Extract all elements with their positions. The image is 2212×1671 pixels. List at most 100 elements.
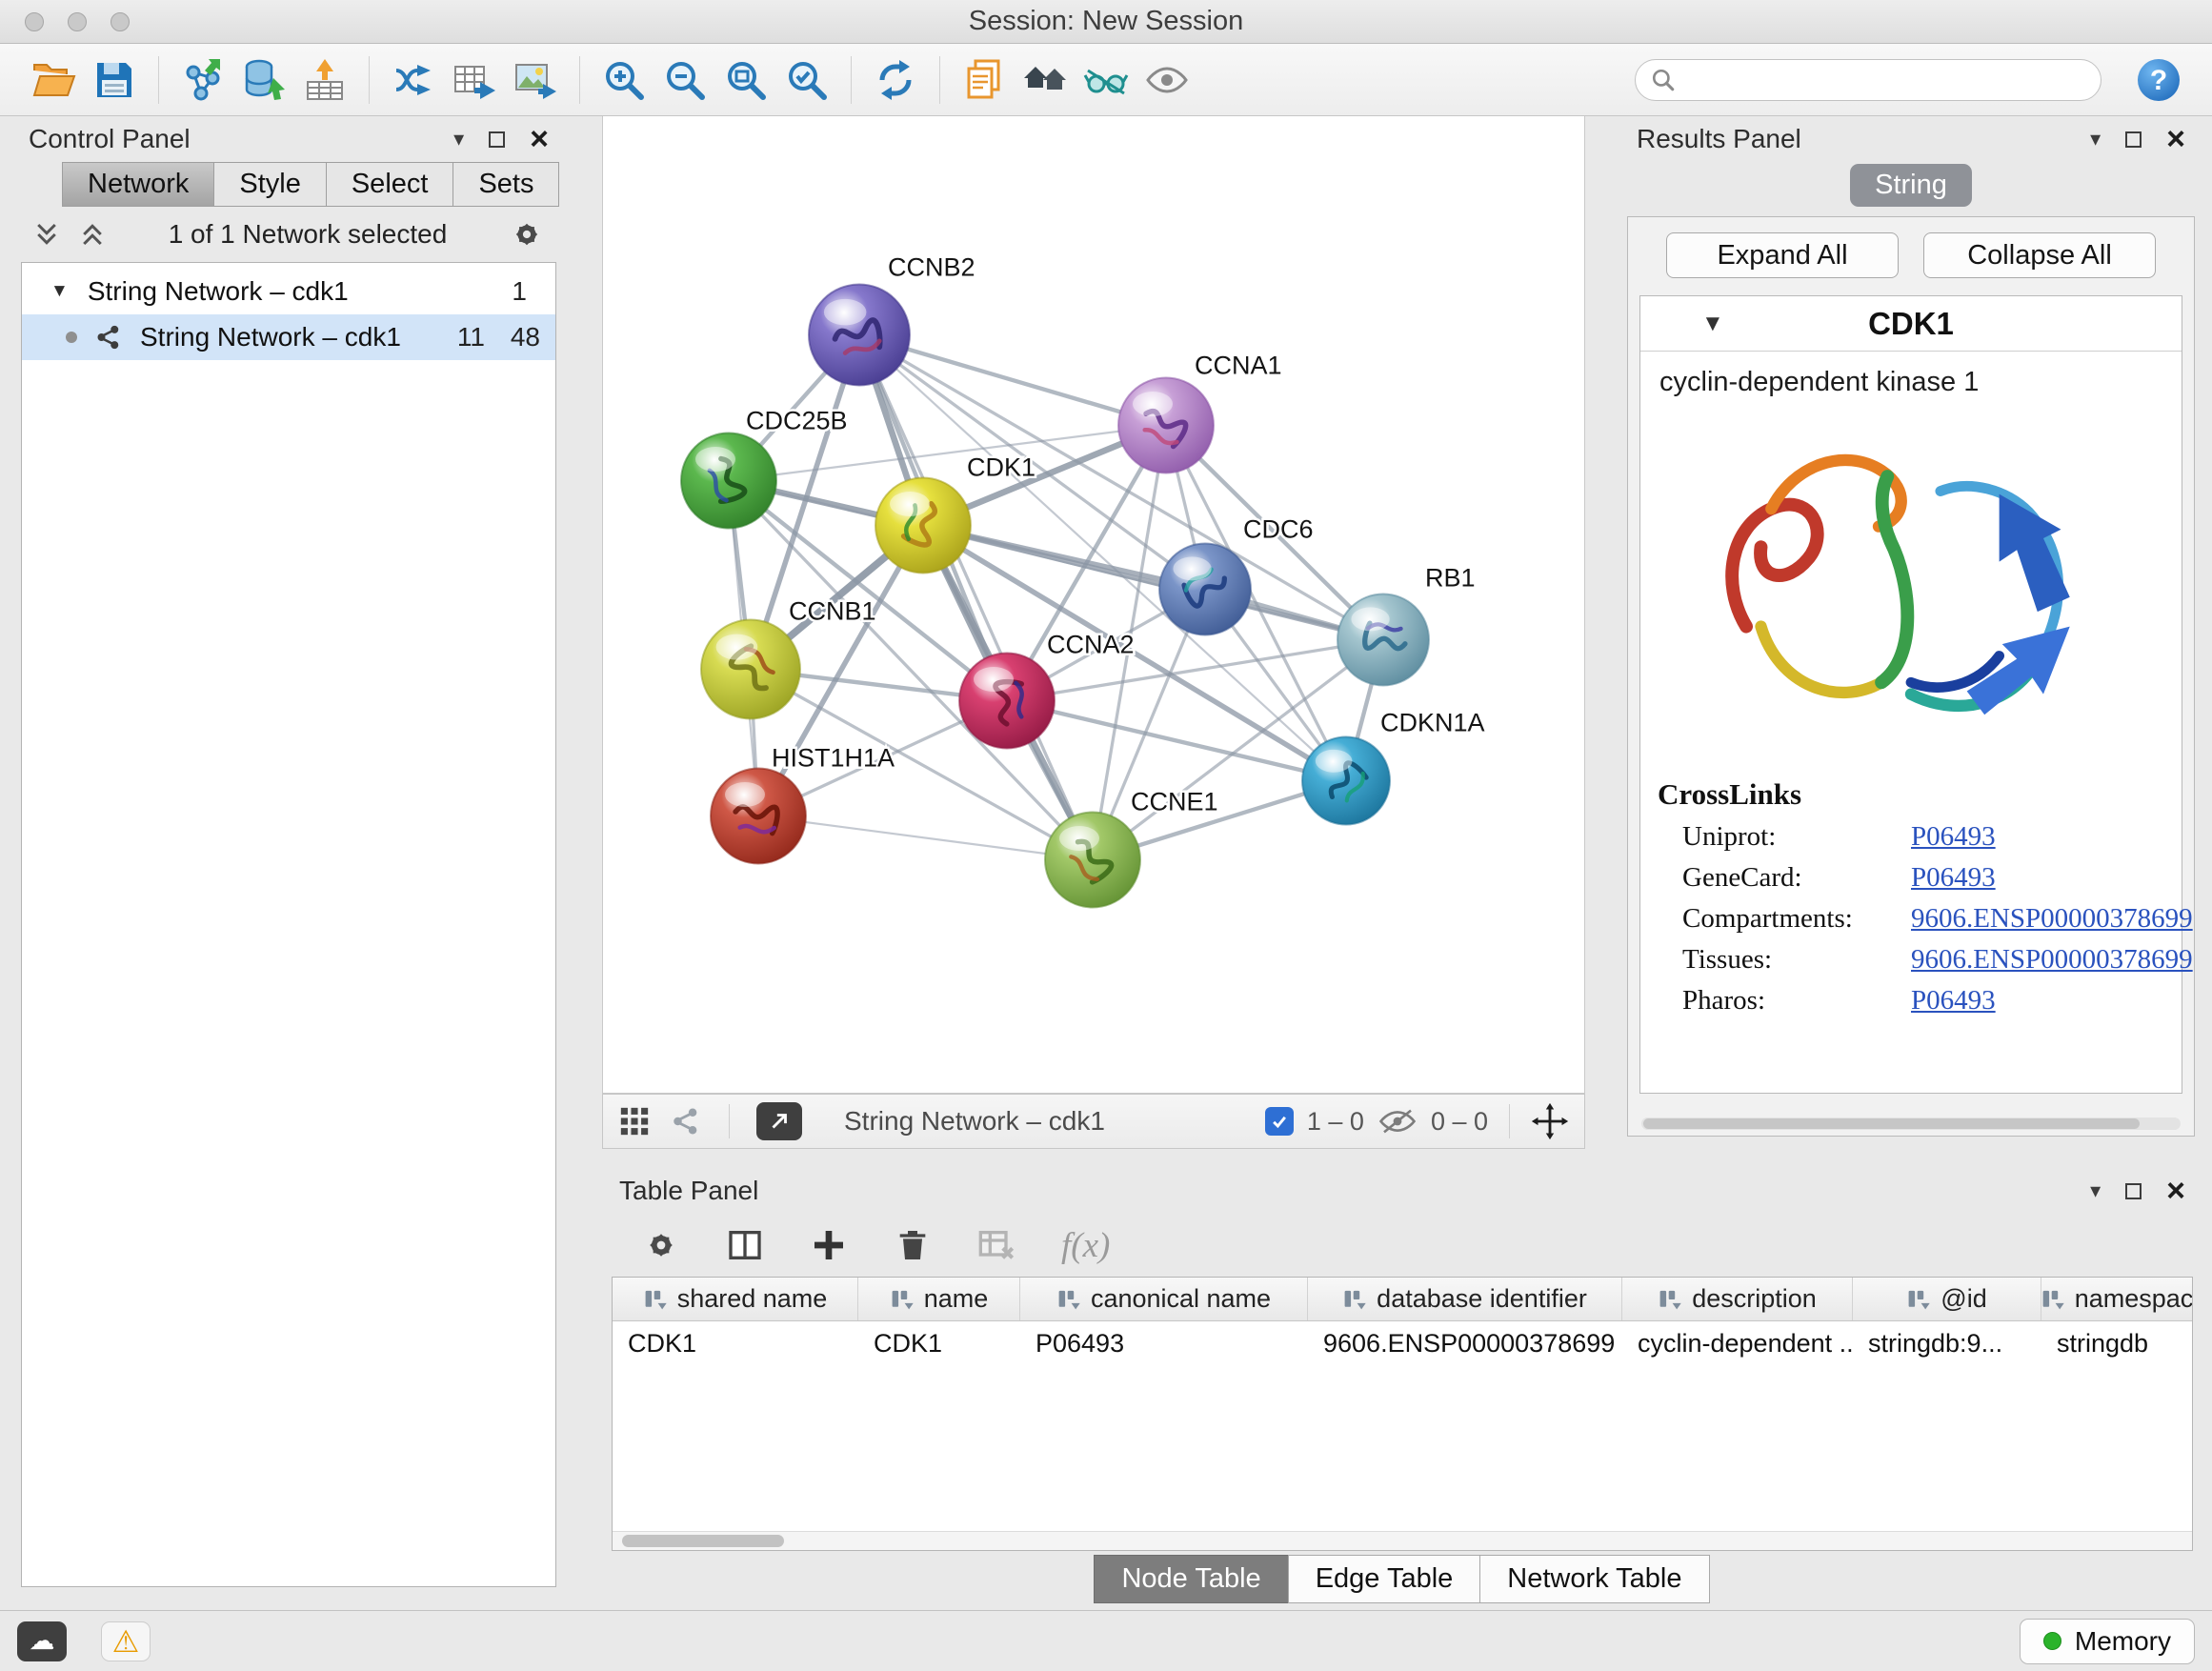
network-view-canvas[interactable]: CCNB2CCNA1CDC25BCDK1CDC6RB1CCNB1CCNA2CDK… bbox=[602, 116, 1585, 1094]
table-cell[interactable]: P06493 bbox=[1020, 1321, 1308, 1365]
column-header[interactable]: namespac bbox=[2041, 1278, 2192, 1320]
home-button[interactable] bbox=[1015, 50, 1076, 111]
network-node-RB1[interactable]: RB1 bbox=[1337, 564, 1476, 686]
zoom-fit-button[interactable] bbox=[715, 50, 776, 111]
memory-button[interactable]: Memory bbox=[2020, 1619, 2195, 1664]
table-cell[interactable]: cyclin-dependent ... bbox=[1622, 1321, 1853, 1365]
cloud-status-icon[interactable]: ☁ bbox=[17, 1621, 67, 1661]
panel-menu-icon[interactable]: ▾ bbox=[453, 129, 464, 150]
column-header[interactable]: canonical name bbox=[1020, 1278, 1308, 1320]
table-horizontal-scrollbar[interactable] bbox=[613, 1531, 2192, 1550]
import-network-database-button[interactable] bbox=[233, 50, 294, 111]
protein-card-header[interactable]: ▼ CDK1 bbox=[1640, 296, 2182, 352]
network-node-CDKN1A[interactable]: CDKN1A bbox=[1302, 709, 1485, 825]
save-session-button[interactable] bbox=[84, 50, 145, 111]
minimize-window-button[interactable] bbox=[68, 12, 87, 31]
network-node-CCNB2[interactable]: CCNB2 bbox=[809, 253, 975, 386]
network-node-CDK1[interactable]: CDK1 bbox=[875, 453, 1036, 574]
hide-graphics-details-button[interactable] bbox=[1136, 50, 1197, 111]
network-node-CCNA1[interactable]: CCNA1 bbox=[1118, 352, 1282, 473]
tab-string[interactable]: String bbox=[1850, 164, 1972, 207]
network-edge[interactable] bbox=[758, 816, 1093, 860]
search-input[interactable] bbox=[1685, 65, 2085, 94]
crosslink-link[interactable]: P06493 bbox=[1911, 821, 1996, 853]
expand-all-icon[interactable] bbox=[32, 220, 61, 249]
panel-menu-icon[interactable]: ▾ bbox=[2090, 1180, 2101, 1201]
collapse-caret-icon[interactable]: ▼ bbox=[1701, 311, 1724, 337]
help-button[interactable]: ? bbox=[2128, 50, 2189, 111]
tab-network[interactable]: Network bbox=[62, 162, 214, 207]
search-box[interactable] bbox=[1635, 59, 2101, 101]
panel-close-icon[interactable]: × bbox=[2166, 123, 2185, 155]
show-graphics-details-button[interactable] bbox=[1076, 50, 1136, 111]
close-window-button[interactable] bbox=[25, 12, 44, 31]
grid-view-icon[interactable] bbox=[618, 1105, 651, 1137]
copy-network-button[interactable] bbox=[383, 50, 444, 111]
tab-node-table[interactable]: Node Table bbox=[1094, 1555, 1288, 1603]
results-horizontal-scrollbar[interactable] bbox=[1641, 1117, 2181, 1130]
table-cell[interactable]: stringdb:9... bbox=[1853, 1321, 2041, 1365]
zoom-window-button[interactable] bbox=[111, 12, 130, 31]
warning-icon[interactable]: ⚠ bbox=[101, 1621, 151, 1661]
network-node-CCNE1[interactable]: CCNE1 bbox=[1045, 788, 1218, 908]
crosslink-link[interactable]: 9606.ENSP00000378699 bbox=[1911, 944, 2193, 976]
scrollbar-thumb[interactable] bbox=[622, 1535, 784, 1547]
crosslink-link[interactable]: 9606.ENSP00000378699 bbox=[1911, 903, 2193, 935]
panel-close-icon[interactable]: × bbox=[530, 123, 549, 155]
export-image-button[interactable] bbox=[505, 50, 566, 111]
network-node-CDC25B[interactable]: CDC25B bbox=[681, 407, 848, 529]
column-header[interactable]: name bbox=[858, 1278, 1020, 1320]
hidden-eye-slash-icon[interactable] bbox=[1377, 1107, 1418, 1136]
zoom-selected-button[interactable] bbox=[776, 50, 837, 111]
import-network-file-button[interactable] bbox=[172, 50, 233, 111]
import-table-button[interactable] bbox=[294, 50, 355, 111]
panel-float-icon[interactable] bbox=[2125, 1183, 2142, 1199]
table-cell[interactable]: stringdb bbox=[2041, 1321, 2192, 1365]
table-cell[interactable]: CDK1 bbox=[858, 1321, 1020, 1365]
tab-network-table[interactable]: Network Table bbox=[1479, 1555, 1709, 1603]
table-settings-gear-icon[interactable] bbox=[642, 1226, 680, 1264]
network-collection-row[interactable]: ▼ String Network – cdk1 1 bbox=[22, 269, 555, 314]
pan-crosshair-icon[interactable] bbox=[1531, 1102, 1569, 1140]
refresh-view-button[interactable] bbox=[865, 50, 926, 111]
collapse-all-button[interactable]: Collapse All bbox=[1923, 232, 2156, 278]
add-column-icon[interactable] bbox=[810, 1226, 848, 1264]
table-row[interactable]: CDK1 CDK1 P06493 9606.ENSP00000378699 cy… bbox=[613, 1321, 2192, 1365]
crosslink-link[interactable]: P06493 bbox=[1911, 862, 1996, 894]
column-header[interactable]: description bbox=[1622, 1278, 1853, 1320]
network-graph[interactable]: CCNB2CCNA1CDC25BCDK1CDC6RB1CCNB1CCNA2CDK… bbox=[603, 116, 1584, 1093]
table-cell[interactable]: 9606.ENSP00000378699 bbox=[1308, 1321, 1622, 1365]
tab-select[interactable]: Select bbox=[326, 162, 454, 207]
gear-icon[interactable] bbox=[509, 216, 545, 252]
crosslink-link[interactable]: P06493 bbox=[1911, 985, 1996, 1017]
export-table-button[interactable] bbox=[444, 50, 505, 111]
network-edge[interactable] bbox=[859, 335, 1093, 860]
network-node-HIST1H1A[interactable]: HIST1H1A bbox=[711, 744, 895, 864]
table-cell[interactable]: CDK1 bbox=[613, 1321, 858, 1365]
share-view-icon[interactable] bbox=[670, 1105, 702, 1137]
panel-close-icon[interactable]: × bbox=[2166, 1175, 2185, 1207]
column-header[interactable]: database identifier bbox=[1308, 1278, 1622, 1320]
expand-all-button[interactable]: Expand All bbox=[1666, 232, 1899, 278]
scrollbar-thumb[interactable] bbox=[1643, 1118, 2140, 1129]
open-session-button[interactable] bbox=[23, 50, 84, 111]
expander-icon[interactable]: ▼ bbox=[50, 281, 69, 302]
delete-trash-icon[interactable] bbox=[894, 1226, 932, 1264]
tab-edge-table[interactable]: Edge Table bbox=[1288, 1555, 1481, 1603]
column-header[interactable]: shared name bbox=[613, 1278, 858, 1320]
panel-menu-icon[interactable]: ▾ bbox=[2090, 129, 2101, 150]
zoom-in-button[interactable] bbox=[593, 50, 654, 111]
annotation-mode-button[interactable] bbox=[756, 1102, 802, 1140]
function-builder-icon[interactable]: f(x) bbox=[1061, 1225, 1110, 1266]
selected-checkbox-icon[interactable] bbox=[1265, 1107, 1294, 1136]
panel-float-icon[interactable] bbox=[489, 131, 505, 148]
tab-sets[interactable]: Sets bbox=[452, 162, 559, 207]
network-edge[interactable] bbox=[923, 526, 1383, 640]
zoom-out-button[interactable] bbox=[654, 50, 715, 111]
network-row-selected[interactable]: String Network – cdk1 11 48 bbox=[22, 314, 555, 360]
select-columns-icon[interactable] bbox=[726, 1226, 764, 1264]
collapse-all-icon[interactable] bbox=[78, 220, 107, 249]
duplicate-page-button[interactable] bbox=[954, 50, 1015, 111]
tab-style[interactable]: Style bbox=[213, 162, 326, 207]
column-header[interactable]: @id bbox=[1853, 1278, 2041, 1320]
